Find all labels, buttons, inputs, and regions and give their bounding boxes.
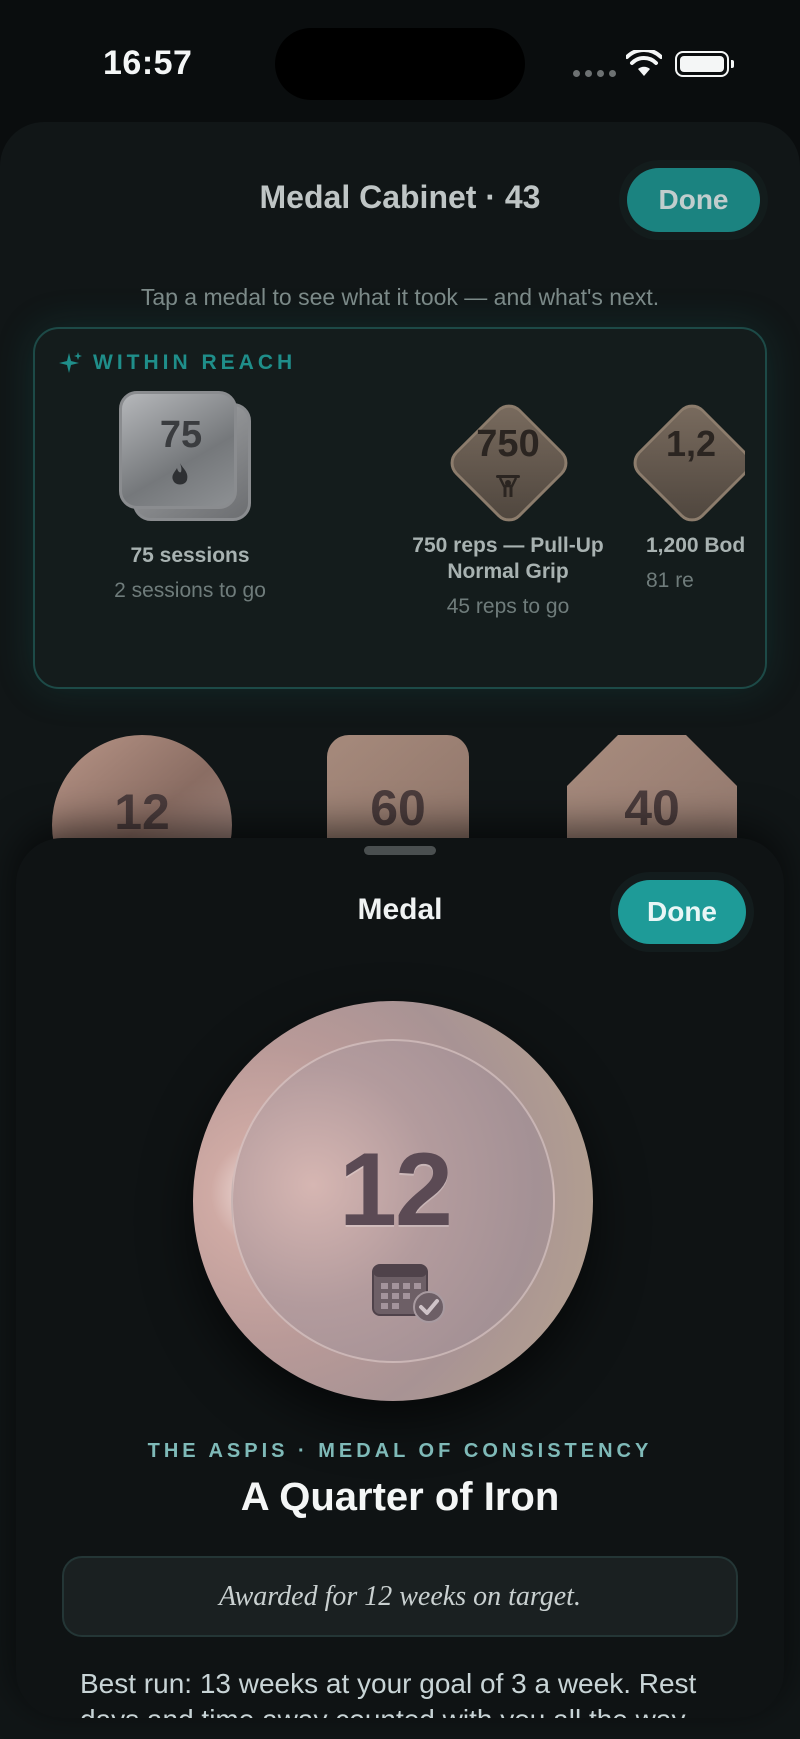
within-reach-header: WITHIN REACH — [59, 351, 296, 375]
medal-number: 12 — [114, 784, 170, 840]
within-reach-panel: WITHIN REACH 75 75 sessions 2 sessions t… — [33, 327, 767, 689]
calendar-check-icon — [372, 1264, 445, 1323]
medal-kicker: THE ASPIS · MEDAL OF CONSISTENCY — [147, 1440, 653, 1462]
within-reach-label: 750 reps — Pull-Up Normal Grip — [412, 534, 604, 583]
badge-number: 750 — [476, 423, 540, 465]
award-text: Awarded for 12 weeks on target. — [219, 1580, 581, 1612]
battery-icon — [675, 51, 734, 77]
medal-number: 40 — [624, 780, 680, 836]
within-reach-progress: 2 sessions to go — [114, 579, 266, 602]
within-reach-item[interactable]: 75 75 sessions 2 sessions to go — [70, 391, 310, 603]
medal-name: A Quarter of Iron — [240, 1475, 560, 1519]
medal-image: 12 — [193, 1001, 593, 1401]
status-bar: 16:57 — [0, 0, 800, 120]
sheet-grabber[interactable] — [364, 846, 436, 855]
medal-number: 60 — [370, 780, 426, 836]
dynamic-island — [275, 28, 525, 100]
reps-badge: 750 — [443, 397, 575, 529]
within-reach-title: WITHIN REACH — [93, 351, 297, 374]
sparkle-icon — [59, 352, 82, 373]
within-reach-label: 75 sessions — [130, 544, 250, 567]
bodyweight-badge: 1,2 — [626, 397, 745, 529]
medal-done-button[interactable]: Done — [618, 880, 746, 944]
badge-number: 75 — [159, 414, 203, 456]
within-reach-item[interactable]: 1,2 1,200 Bodyweight Lu 81 re — [626, 391, 745, 593]
within-reach-progress: 45 reps to go — [446, 595, 570, 618]
cabinet-done-button[interactable]: Done — [627, 168, 760, 232]
within-reach-label: 1,200 Bodyweight Lu — [646, 534, 745, 557]
within-reach-progress: 81 re — [646, 569, 694, 592]
within-reach-item[interactable]: 750 750 reps — Pull-Up Normal Grip 45 re… — [388, 391, 628, 619]
session-badge: 75 — [119, 391, 261, 533]
medal-detail-sheet: Medal Done 12 THE ASPIS · MEDAL OF CONSI… — [16, 838, 784, 1718]
cellular-signal-icon — [573, 70, 616, 77]
pull-up-icon — [496, 475, 520, 497]
cabinet-subtitle: Tap a medal to see what it took — and wh… — [140, 284, 660, 310]
medal-number: 12 — [339, 1132, 453, 1248]
status-time: 16:57 — [103, 44, 193, 82]
flame-icon — [172, 463, 188, 485]
best-run-text: Best run: 13 weeks at your goal of 3 a w… — [80, 1668, 697, 1718]
award-callout: Awarded for 12 weeks on target. — [62, 1556, 738, 1637]
within-reach-strip[interactable]: WITHIN REACH 75 75 sessions 2 sessions t… — [35, 329, 745, 687]
wifi-icon — [626, 50, 662, 76]
badge-number: 1,2 — [666, 423, 717, 464]
